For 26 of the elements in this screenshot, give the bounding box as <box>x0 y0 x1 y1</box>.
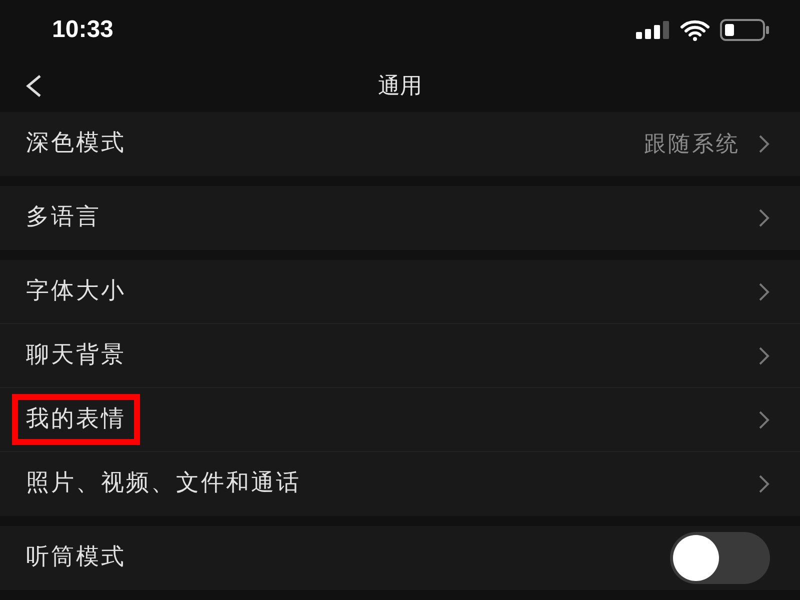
setting-value: 跟随系统 <box>644 131 740 159</box>
page-title: 通用 <box>378 73 422 101</box>
settings-row[interactable]: 字体大小 <box>0 260 800 324</box>
settings-row[interactable]: 聊天背景 <box>0 324 800 388</box>
chevron-icon <box>758 208 770 228</box>
setting-label: 听筒模式 <box>26 544 126 572</box>
chevron-icon <box>758 410 770 430</box>
chevron-icon <box>758 282 770 302</box>
setting-label: 深色模式 <box>26 130 126 158</box>
setting-label: 字体大小 <box>26 278 126 306</box>
setting-label: 多语言 <box>26 204 101 232</box>
chevron-icon <box>758 474 770 494</box>
battery-icon <box>720 19 770 41</box>
chevron-icon <box>758 134 770 154</box>
signal-icon <box>636 21 670 39</box>
status-time: 10:33 <box>52 16 114 44</box>
chevron-icon <box>758 346 770 366</box>
settings-row[interactable]: 我的表情 <box>0 388 800 452</box>
settings-row[interactable]: 多语言 <box>0 186 800 250</box>
settings-row[interactable]: 深色模式 跟随系统 <box>0 112 800 176</box>
setting-label: 聊天背景 <box>26 342 126 370</box>
setting-label: 我的表情 <box>12 394 140 446</box>
setting-label: 照片、视频、文件和通话 <box>26 470 301 498</box>
toggle-switch[interactable] <box>670 532 770 584</box>
settings-row[interactable]: 照片、视频、文件和通话 <box>0 452 800 516</box>
wifi-icon <box>680 19 710 41</box>
